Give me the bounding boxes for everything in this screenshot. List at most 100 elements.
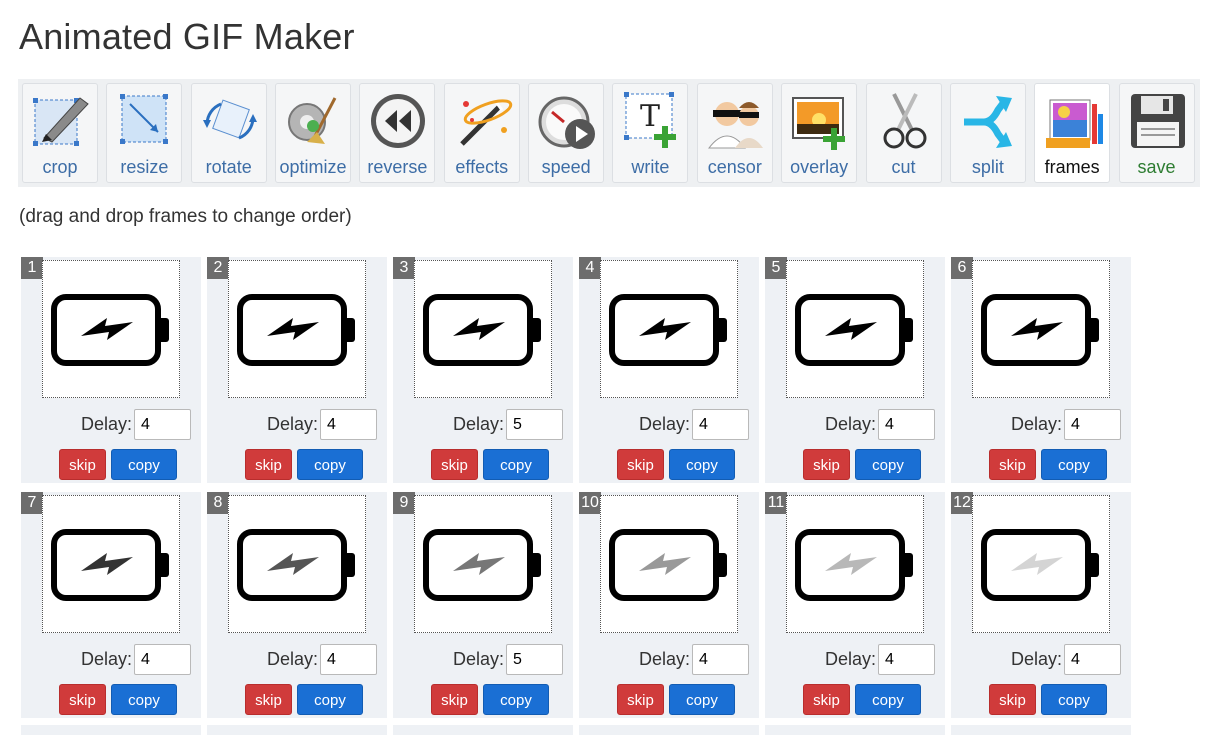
copy-button[interactable]: copy [855,684,921,715]
toolbar-optimize-button[interactable]: optimize [275,83,352,183]
split-icon [958,90,1020,152]
frame-thumbnail[interactable] [600,495,738,633]
toolbar-save-label: save [1137,157,1176,177]
reverse-icon [367,90,429,152]
delay-input[interactable] [320,409,377,440]
skip-button[interactable]: skip [803,684,850,715]
toolbar-censor-button[interactable]: censor [696,83,773,183]
frame-card-peek [765,725,945,735]
toolbar-overlay-button[interactable]: overlay [781,83,858,183]
frame-thumbnail[interactable] [42,495,180,633]
delay-input[interactable] [692,644,749,675]
toolbar-save-button[interactable]: save [1118,83,1195,183]
copy-button[interactable]: copy [669,449,735,480]
frame-card[interactable]: 2 Delay: skipcopy [207,257,387,483]
resize-icon [114,90,176,152]
frame-thumbnail[interactable] [42,260,180,398]
optimize-icon [283,90,345,152]
delay-input[interactable] [134,644,191,675]
delay-label: Delay: [1011,649,1063,669]
delay-label: Delay: [825,649,877,669]
toolbar-reverse-button[interactable]: reverse [359,83,436,183]
skip-button[interactable]: skip [803,449,850,480]
toolbar-frames-button[interactable]: frames [1034,83,1111,183]
frame-card[interactable]: 7 Delay: skipcopy [21,492,201,718]
toolbar-write-label: write [631,157,670,177]
skip-button[interactable]: skip [431,449,478,480]
copy-button[interactable]: copy [297,449,363,480]
frame-thumbnail[interactable] [972,260,1110,398]
frame-thumbnail[interactable] [228,495,366,633]
frame-card[interactable]: 1 Delay: skipcopy [21,257,201,483]
frame-number-badge: 7 [21,492,43,514]
frame-number-badge: 8 [207,492,229,514]
frame-card[interactable]: 5 Delay: skipcopy [765,257,945,483]
delay-input[interactable] [134,409,191,440]
toolbar-rotate-button[interactable]: rotate [190,83,267,183]
copy-button[interactable]: copy [855,449,921,480]
frame-thumbnail[interactable] [972,495,1110,633]
skip-button[interactable]: skip [989,684,1036,715]
toolbar-effects-label: effects [455,157,509,177]
frame-card[interactable]: 4 Delay: skipcopy [579,257,759,483]
delay-input[interactable] [1064,644,1121,675]
toolbar-write-button[interactable]: Twrite [612,83,689,183]
frame-thumbnail[interactable] [414,260,552,398]
frame-number-badge: 3 [393,257,415,279]
skip-button[interactable]: skip [245,684,292,715]
frame-card[interactable]: 8 Delay: skipcopy [207,492,387,718]
frame-card[interactable]: 3 Delay: skipcopy [393,257,573,483]
copy-button[interactable]: copy [297,684,363,715]
copy-button[interactable]: copy [483,684,549,715]
skip-button[interactable]: skip [245,449,292,480]
frame-card[interactable]: 6 Delay: skipcopy [951,257,1131,483]
frame-number-badge: 11 [765,492,787,514]
save-icon [1127,90,1189,152]
toolbar-crop-label: crop [42,157,78,177]
delay-input[interactable] [320,644,377,675]
delay-input[interactable] [506,409,563,440]
frame-card-peek [207,725,387,735]
crop-icon [30,90,92,152]
toolbar-reverse-label: reverse [367,157,428,177]
toolbar-effects-button[interactable]: effects [443,83,520,183]
frame-card-peek [393,725,573,735]
delay-label: Delay: [267,414,319,434]
toolbar-cut-button[interactable]: cut [865,83,942,183]
toolbar-resize-button[interactable]: resize [106,83,183,183]
delay-input[interactable] [506,644,563,675]
copy-button[interactable]: copy [111,684,177,715]
frame-card[interactable]: 9 Delay: skipcopy [393,492,573,718]
skip-button[interactable]: skip [59,684,106,715]
toolbar-crop-button[interactable]: crop [22,83,98,183]
delay-input[interactable] [878,409,935,440]
censor-icon [705,90,767,152]
delay-input[interactable] [692,409,749,440]
frame-card[interactable]: 10 Delay: skipcopy [579,492,759,718]
frame-card-peek [579,725,759,735]
skip-button[interactable]: skip [617,684,664,715]
toolbar-speed-button[interactable]: speed [528,83,605,183]
rotate-icon [199,90,261,152]
frame-card[interactable]: 12 Delay: skipcopy [951,492,1131,718]
toolbar-split-button[interactable]: split [949,83,1026,183]
skip-button[interactable]: skip [431,684,478,715]
frame-thumbnail[interactable] [786,260,924,398]
frame-number-badge: 10 [579,492,601,514]
skip-button[interactable]: skip [59,449,106,480]
copy-button[interactable]: copy [1041,449,1107,480]
copy-button[interactable]: copy [111,449,177,480]
frame-thumbnail[interactable] [786,495,924,633]
frame-thumbnail[interactable] [414,495,552,633]
skip-button[interactable]: skip [617,449,664,480]
frame-card[interactable]: 11 Delay: skipcopy [765,492,945,718]
copy-button[interactable]: copy [669,684,735,715]
frame-thumbnail[interactable] [228,260,366,398]
delay-input[interactable] [878,644,935,675]
delay-input[interactable] [1064,409,1121,440]
frames-icon [1042,90,1104,152]
skip-button[interactable]: skip [989,449,1036,480]
copy-button[interactable]: copy [483,449,549,480]
frame-thumbnail[interactable] [600,260,738,398]
copy-button[interactable]: copy [1041,684,1107,715]
